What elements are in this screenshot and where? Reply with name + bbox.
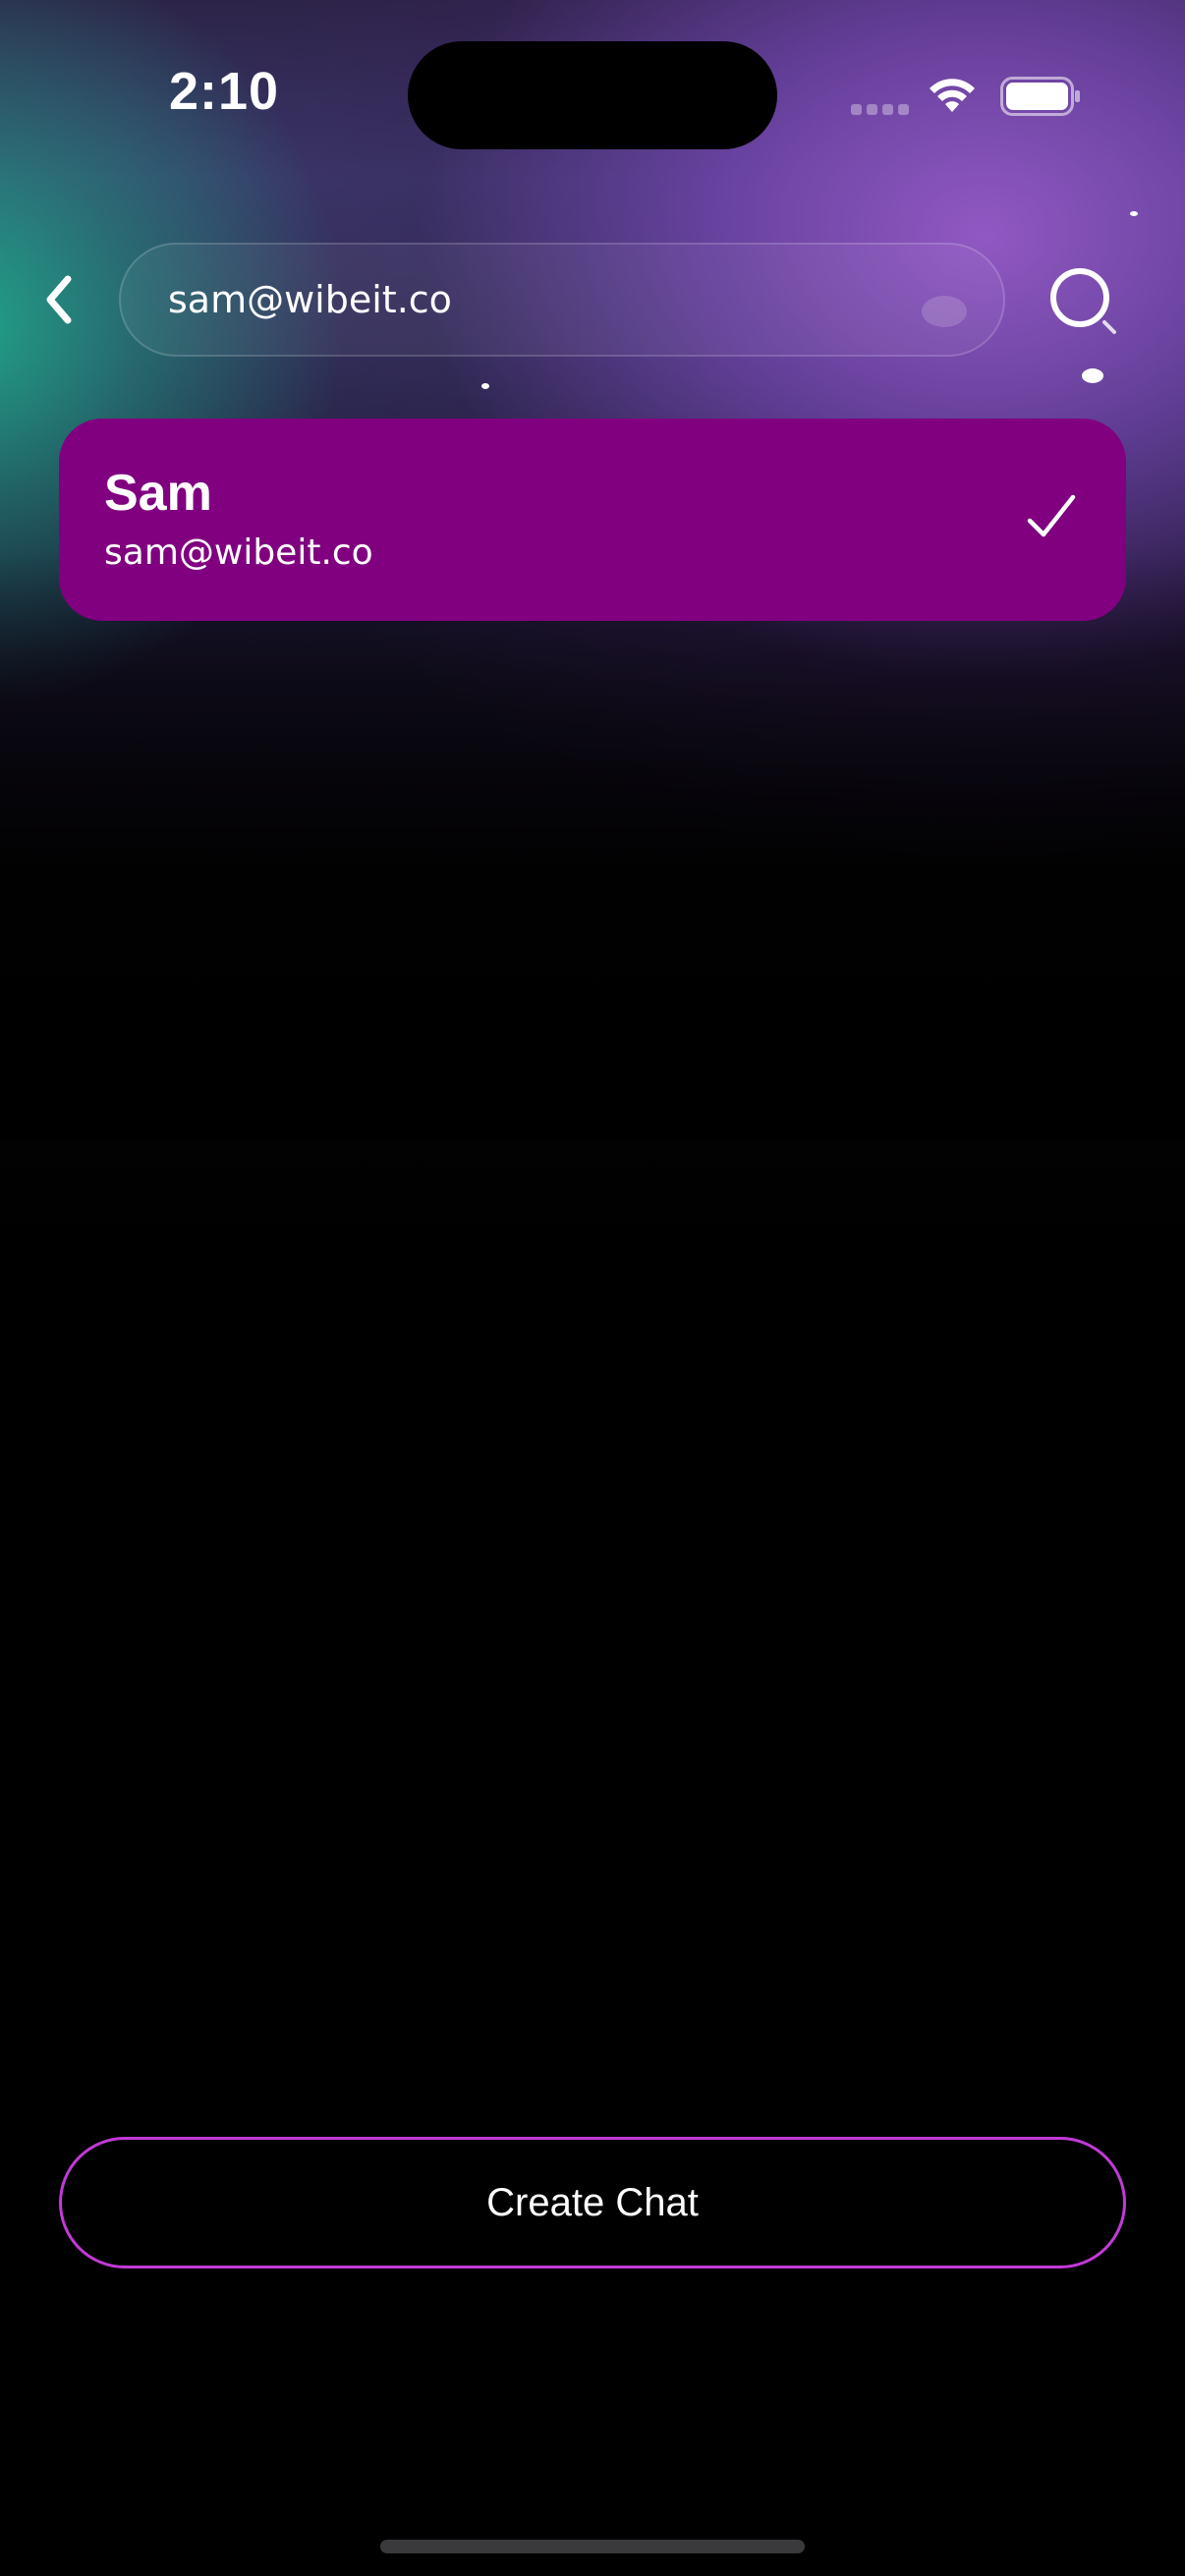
search-icon (1050, 268, 1116, 334)
contact-email: sam@wibeit.co (104, 532, 373, 573)
wifi-icon (930, 79, 975, 112)
home-indicator (380, 2540, 805, 2553)
background-fade (0, 550, 1185, 1140)
search-input[interactable] (168, 245, 915, 355)
search-button[interactable] (1047, 265, 1124, 342)
create-chat-button[interactable]: Create Chat (59, 2137, 1126, 2268)
checkmark-icon (1027, 494, 1076, 537)
battery-icon (1000, 77, 1080, 116)
cellular-signal-icon (851, 104, 910, 116)
sparkle-dot (1130, 211, 1138, 216)
new-chat-screen: 2:10 Sam sam@wibeit.co (0, 0, 1185, 2576)
back-button[interactable] (29, 265, 88, 334)
status-time: 2:10 (169, 62, 280, 121)
input-highlight (922, 296, 967, 327)
sparkle-dot (1082, 368, 1103, 383)
dynamic-island (408, 41, 777, 149)
chevron-left-icon (46, 275, 72, 324)
contact-name: Sam (104, 465, 212, 522)
sparkle-dot (481, 383, 489, 389)
search-field[interactable] (119, 243, 1005, 357)
contact-result-card[interactable]: Sam sam@wibeit.co (59, 419, 1126, 621)
